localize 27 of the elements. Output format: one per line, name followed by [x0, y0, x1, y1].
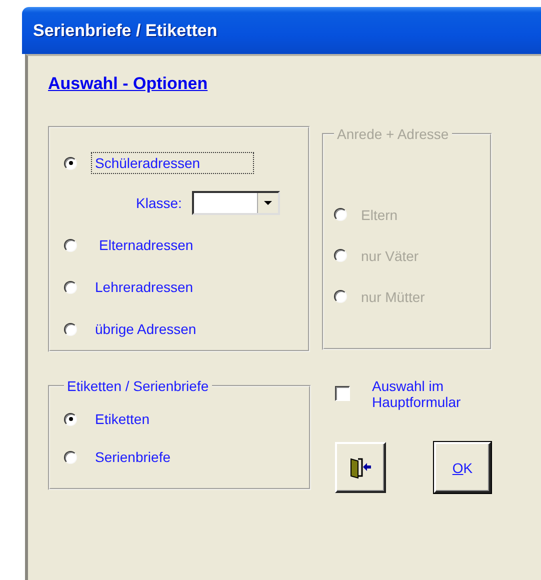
exit-door-icon: [348, 456, 372, 478]
checkbox-label: Auswahl im Hauptformular: [372, 378, 462, 410]
option-label: Lehreradressen: [94, 278, 194, 297]
option-label: Elternadressen: [98, 236, 194, 255]
radio-button[interactable]: [64, 238, 77, 252]
window-title: Serienbriefe / Etiketten: [33, 20, 218, 40]
group-title: Anrede + Adresse: [336, 126, 450, 142]
option-label: Etiketten: [94, 410, 150, 429]
radio-button[interactable]: [64, 450, 77, 464]
group-title: Etiketten / Serienbriefe: [66, 378, 210, 394]
option-label: Schüleradressen: [91, 152, 254, 174]
option-label: nur Väter: [360, 246, 420, 266]
checkbox[interactable]: [335, 386, 350, 401]
heading-link[interactable]: Auswahl - Optionen: [48, 74, 208, 94]
class-dropdown[interactable]: [192, 191, 280, 215]
option-label: übrige Adressen: [94, 320, 198, 339]
dropdown-arrow-icon: [264, 201, 272, 205]
class-label: Klasse:: [136, 195, 182, 211]
radio-button[interactable]: [64, 156, 77, 170]
radio-button[interactable]: [64, 322, 77, 336]
ok-button[interactable]: OK: [434, 442, 491, 493]
radio-button[interactable]: [64, 412, 77, 426]
option-label: Serienbriefe: [94, 448, 172, 467]
option-label: nur Mütter: [360, 288, 426, 306]
option-label: Eltern: [360, 206, 399, 224]
exit-button[interactable]: [335, 442, 386, 493]
radio-button[interactable]: [64, 280, 77, 294]
